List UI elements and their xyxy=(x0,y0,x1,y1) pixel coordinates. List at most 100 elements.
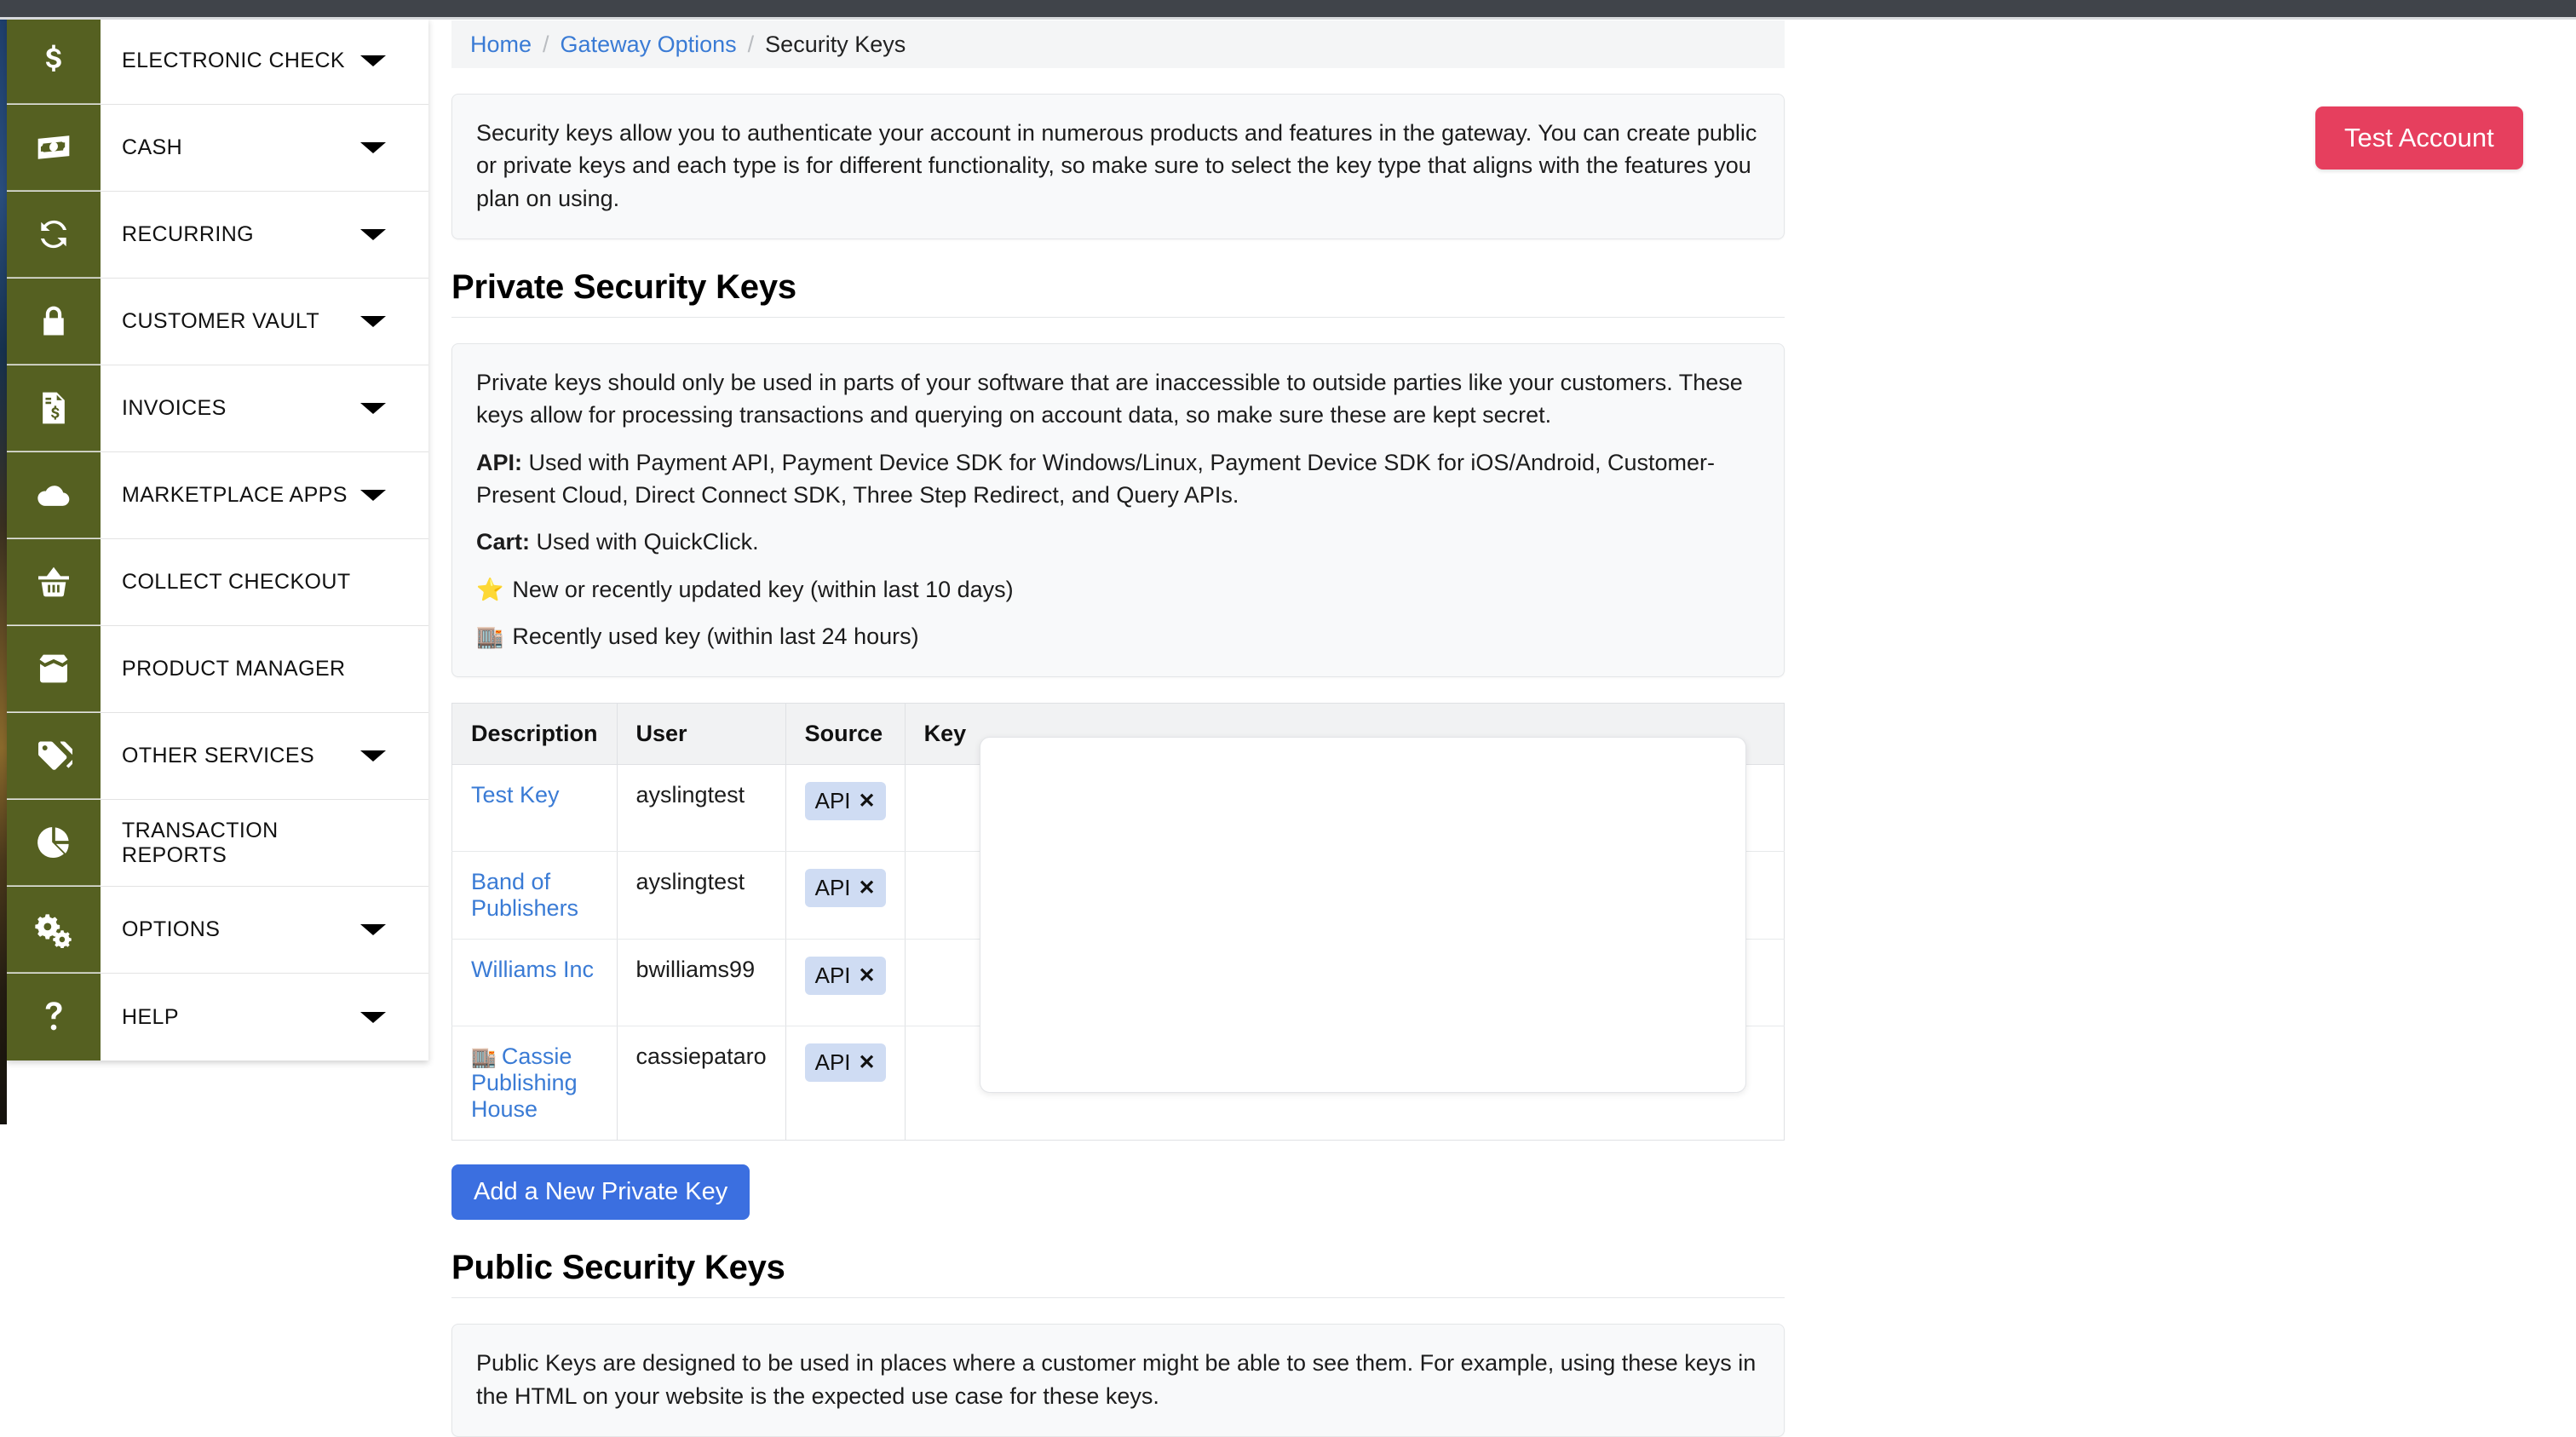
chevron-down-icon[interactable] xyxy=(360,713,428,799)
sidebar-item-recurring[interactable]: RECURRING xyxy=(7,192,428,279)
sidebar-item-collect-checkout[interactable]: COLLECT CHECKOUT xyxy=(7,539,428,626)
cloud-icon xyxy=(7,452,101,538)
cart-label: Cart: xyxy=(476,529,531,555)
close-icon[interactable]: ✕ xyxy=(859,1050,876,1075)
dollar-icon xyxy=(7,18,101,104)
cash-register-icon: 🏬 xyxy=(476,624,504,650)
top-bar-divider xyxy=(0,17,2576,20)
chevron-down-icon[interactable] xyxy=(360,18,428,104)
browser-top-bar xyxy=(0,0,2576,17)
tags-icon xyxy=(7,713,101,799)
background-photo-sliver xyxy=(0,17,7,1124)
legend-new-key: ⭐ New or recently updated key (within la… xyxy=(476,573,1760,606)
legend-new-key-text: New or recently updated key (within last… xyxy=(512,576,1014,602)
cell-user: ayslingtest xyxy=(617,764,786,853)
breadcrumb-gateway-options-link[interactable]: Gateway Options xyxy=(561,32,737,56)
close-icon[interactable]: ✕ xyxy=(859,963,876,988)
chevron-down-icon[interactable] xyxy=(360,452,428,538)
key-description-link[interactable]: Williams Inc xyxy=(471,957,594,982)
source-badge[interactable]: API ✕ xyxy=(804,782,886,821)
lock-icon xyxy=(7,279,101,365)
source-badge[interactable]: API ✕ xyxy=(804,957,886,996)
recycle-arrows-icon xyxy=(7,192,101,278)
sidebar-item-marketplace-apps[interactable]: MARKETPLACE APPS xyxy=(7,452,428,539)
key-value-overlay-card[interactable] xyxy=(980,737,1746,1094)
star-icon: ⭐ xyxy=(476,576,504,602)
private-keys-description: Private keys should only be used in part… xyxy=(476,369,1743,428)
sidebar-item-help[interactable]: HELP xyxy=(7,974,428,1061)
sidebar-item-customer-vault[interactable]: CUSTOMER VAULT xyxy=(7,279,428,365)
column-header-user: User xyxy=(617,703,786,766)
breadcrumb-separator: / xyxy=(747,31,755,57)
sidebar-item-label: INVOICES xyxy=(122,396,227,420)
sidebar-item-label: COLLECT CHECKOUT xyxy=(122,570,351,594)
cart-description-line: Cart: Used with QuickClick. xyxy=(476,526,1760,558)
sidebar-item-label: RECURRING xyxy=(122,222,254,246)
chevron-down-icon[interactable] xyxy=(360,365,428,451)
sidebar-item-label: CUSTOMER VAULT xyxy=(122,309,320,333)
api-description-line: API: Used with Payment API, Payment Devi… xyxy=(476,446,1760,512)
pie-chart-icon xyxy=(7,800,101,886)
banknote-icon xyxy=(7,105,101,191)
sidebar-item-transaction-reports[interactable]: TRANSACTION REPORTS xyxy=(7,800,428,887)
invoice-document-icon xyxy=(7,365,101,451)
chevron-down-icon[interactable] xyxy=(360,279,428,365)
add-new-private-key-button[interactable]: Add a New Private Key xyxy=(451,1164,750,1221)
close-icon[interactable]: ✕ xyxy=(859,789,876,813)
legend-recently-used-key-text: Recently used key (within last 24 hours) xyxy=(512,623,919,649)
cell-source: API ✕ xyxy=(785,939,906,1027)
cash-register-icon: 🏬 xyxy=(471,1046,497,1070)
public-keys-description-panel: Public Keys are designed to be used in p… xyxy=(451,1324,1785,1437)
cell-description: 🏬 Cassie Publishing House xyxy=(451,1026,618,1141)
sidebar-item-product-manager[interactable]: PRODUCT MANAGER xyxy=(7,626,428,713)
sidebar-item-label: ELECTRONIC CHECK xyxy=(122,49,345,72)
main-content: Home / Gateway Options / Security Keys S… xyxy=(451,20,1785,1437)
cell-source: API ✕ xyxy=(785,1026,906,1141)
source-badge[interactable]: API ✕ xyxy=(804,1043,886,1083)
column-header-description: Description xyxy=(451,703,618,766)
api-text: Used with Payment API, Payment Device SD… xyxy=(476,449,1716,508)
test-account-button[interactable]: Test Account xyxy=(2315,106,2523,170)
api-label: API: xyxy=(476,449,522,475)
cell-source: API ✕ xyxy=(785,851,906,940)
sidebar-item-label: HELP xyxy=(122,1004,179,1029)
private-security-keys-title: Private Security Keys xyxy=(451,268,1785,318)
sidebar-item-label: MARKETPLACE APPS xyxy=(122,483,348,507)
chevron-down-icon[interactable] xyxy=(360,105,428,191)
sidebar-item-invoices[interactable]: INVOICES xyxy=(7,365,428,452)
sidebar-item-label: OPTIONS xyxy=(122,917,221,941)
public-keys-description: Public Keys are designed to be used in p… xyxy=(476,1350,1757,1409)
cell-description: Test Key xyxy=(451,764,618,853)
cell-user: bwilliams99 xyxy=(617,939,786,1027)
sidebar-item-electronic-check[interactable]: ELECTRONIC CHECK xyxy=(7,18,428,105)
question-mark-icon xyxy=(7,974,101,1061)
key-description-link[interactable]: Test Key xyxy=(471,782,560,808)
cell-description: Band of Publishers xyxy=(451,851,618,940)
chevron-down-icon[interactable] xyxy=(360,192,428,278)
chevron-down-icon[interactable] xyxy=(360,974,428,1061)
breadcrumb-home-link[interactable]: Home xyxy=(470,32,532,56)
gears-icon xyxy=(7,887,101,973)
intro-panel: Security keys allow you to authenticate … xyxy=(451,94,1785,239)
sidebar-item-options[interactable]: OPTIONS xyxy=(7,887,428,974)
basket-icon xyxy=(7,539,101,625)
sidebar-item-label: TRANSACTION REPORTS xyxy=(122,818,279,867)
private-keys-table-wrapper: Description User Source Key Test Key ays… xyxy=(451,703,1785,1141)
key-description-link[interactable]: Band of Publishers xyxy=(471,869,578,921)
sidebar-item-label: OTHER SERVICES xyxy=(122,744,315,767)
source-badge[interactable]: API ✕ xyxy=(804,869,886,908)
legend-recently-used-key: 🏬 Recently used key (within last 24 hour… xyxy=(476,620,1760,652)
close-icon[interactable]: ✕ xyxy=(859,876,876,900)
cart-text: Used with QuickClick. xyxy=(530,529,759,555)
sidebar-item-cash[interactable]: CASH xyxy=(7,105,428,192)
cell-source: API ✕ xyxy=(785,764,906,853)
source-badge-label: API xyxy=(814,875,851,901)
sidebar-item-other-services[interactable]: OTHER SERVICES xyxy=(7,713,428,800)
chevron-down-icon[interactable] xyxy=(360,887,428,973)
cell-description: Williams Inc xyxy=(451,939,618,1027)
private-keys-description-panel: Private keys should only be used in part… xyxy=(451,342,1785,678)
sidebar-item-label: CASH xyxy=(122,135,183,159)
source-badge-label: API xyxy=(814,788,851,814)
sidebar-item-label: PRODUCT MANAGER xyxy=(122,657,346,681)
public-security-keys-title: Public Security Keys xyxy=(451,1249,1785,1299)
